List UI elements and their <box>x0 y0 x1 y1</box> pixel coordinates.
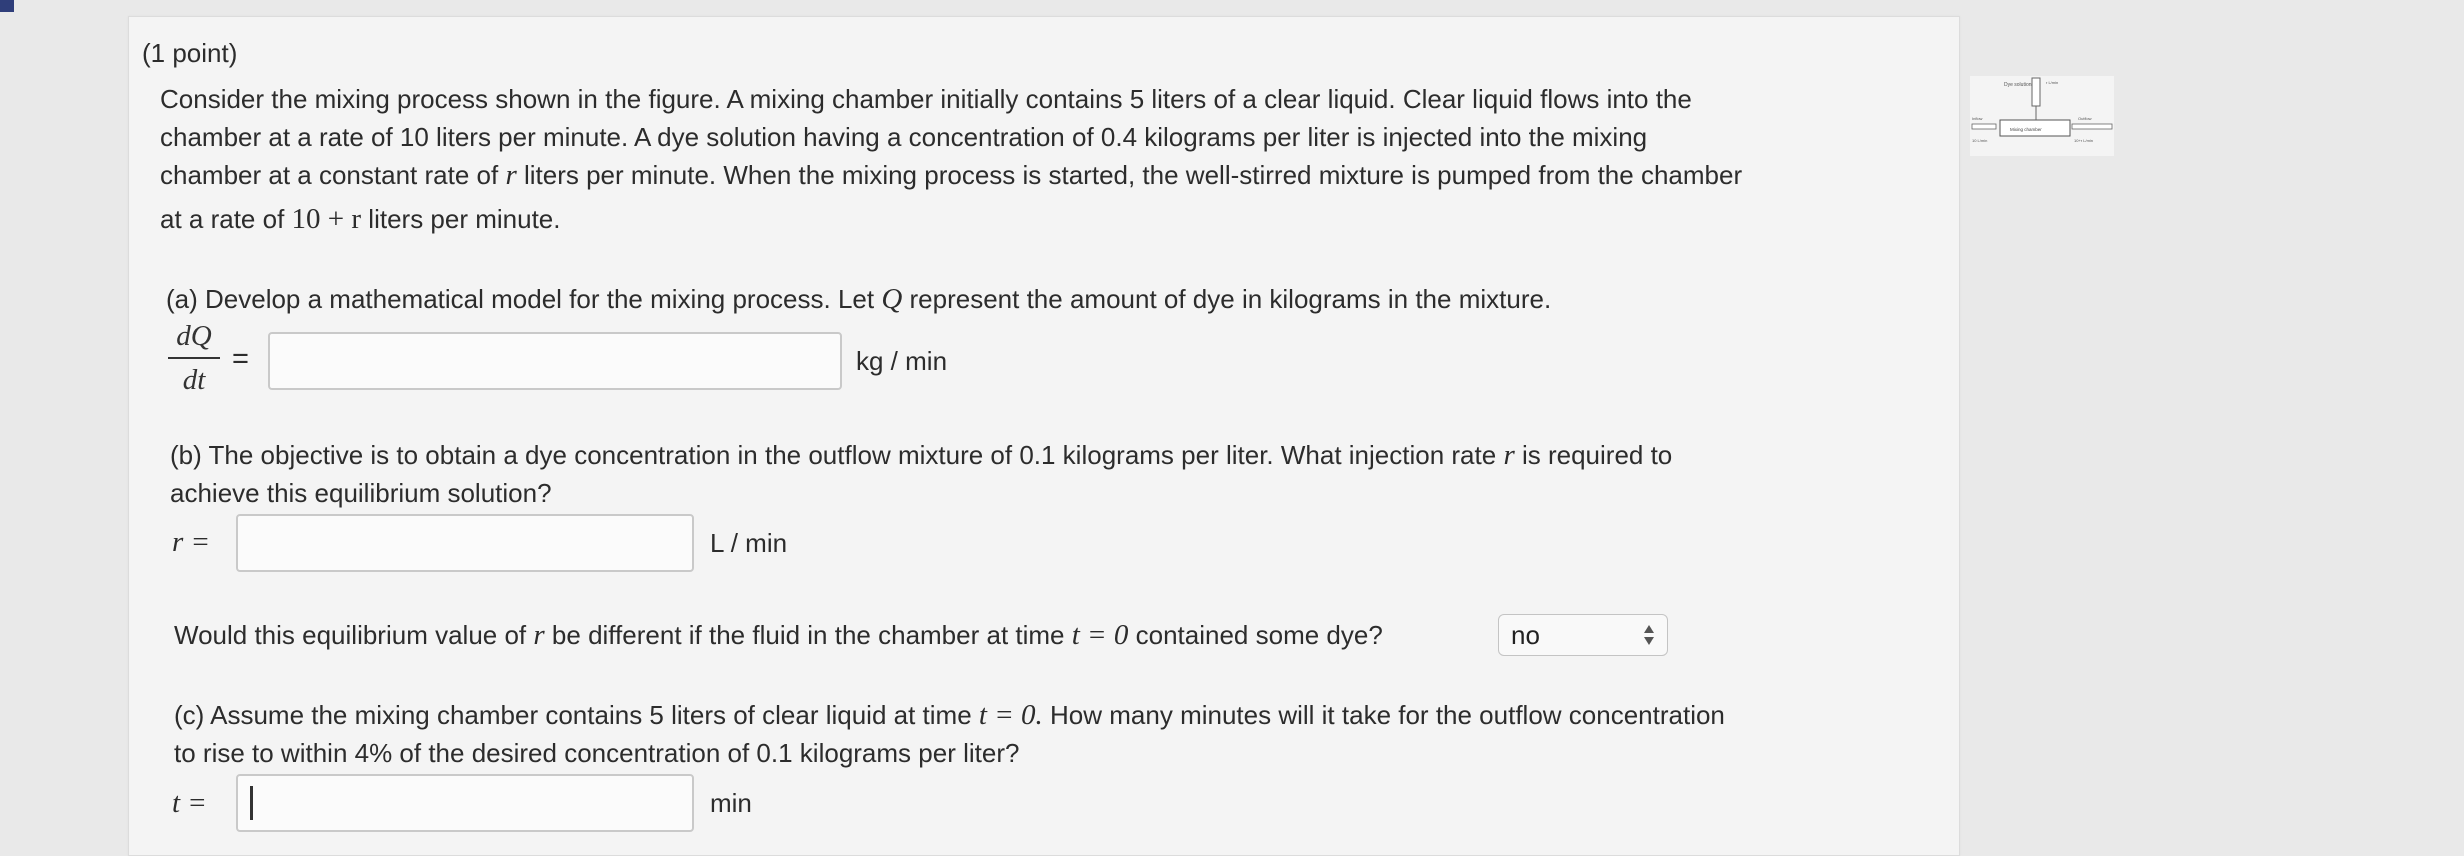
part-c-prompt-line-2: to rise to within 4% of the desired conc… <box>174 738 1020 768</box>
fraction-bar <box>168 357 220 359</box>
points-label: (1 point) <box>142 38 238 68</box>
intro-line-2: chamber at a rate of 10 liters per minut… <box>160 122 1648 152</box>
figure-label-r-rate: r L/min <box>2046 80 2058 85</box>
part-b-followup: Would this equilibrium value of r be dif… <box>174 619 1383 651</box>
figure-label-inflow-rate: 10 L/min <box>1972 138 1987 143</box>
part-c-prompt-line-1: (c) Assume the mixing chamber contains 5… <box>174 699 1725 731</box>
dq-dt-fraction: dQ dt <box>168 318 220 398</box>
dye-difference-select[interactable]: no <box>1498 614 1668 656</box>
text-cursor <box>250 786 253 820</box>
select-value: no <box>1511 620 1540 650</box>
part-a-equals: = <box>232 343 249 375</box>
part-a-answer-input[interactable] <box>268 332 842 390</box>
part-b-lhs: r = <box>172 526 211 558</box>
part-b-prompt-line-1: (b) The objective is to obtain a dye con… <box>170 439 1673 471</box>
part-c-lhs: t = <box>172 787 207 819</box>
part-b-unit: L / min <box>710 528 788 558</box>
figure-label-chamber: Mixing chamber <box>2010 127 2042 132</box>
fraction-denominator: dt <box>182 364 206 396</box>
intro-line-4: at a rate of 10 + r liters per minute. <box>160 203 561 235</box>
part-a-unit: kg / min <box>856 346 948 376</box>
intro-line-1: Consider the mixing process shown in the… <box>160 84 1692 114</box>
part-c-answer-input[interactable] <box>236 774 694 832</box>
figure-label-outflow-rate: 10+r L/min <box>2074 138 2093 143</box>
rate-expression: 10 + r <box>291 203 362 235</box>
mixing-process-figure[interactable]: Dye solution r L/min Inflow 10 L/min Mix… <box>1970 76 2114 156</box>
part-c-unit: min <box>710 788 752 818</box>
var-q: Q <box>881 283 903 315</box>
figure-label-inflow: Inflow <box>1972 116 1983 121</box>
part-a-prompt: (a) Develop a mathematical model for the… <box>166 283 1552 315</box>
intro-line-3: chamber at a constant rate of r liters p… <box>160 159 1743 191</box>
figure-label-dye: Dye solution <box>2004 82 2032 88</box>
time-zero-expr: t = 0 <box>1071 619 1129 651</box>
part-b-answer-input[interactable] <box>236 514 694 572</box>
part-b-prompt-line-2: achieve this equilibrium solution? <box>170 478 552 508</box>
select-updown-icon <box>1644 625 1654 645</box>
var-r: r <box>505 159 517 191</box>
fraction-numerator: dQ <box>176 320 212 352</box>
figure-label-outflow: Outflow <box>2078 116 2092 121</box>
corner-marker <box>0 0 14 12</box>
